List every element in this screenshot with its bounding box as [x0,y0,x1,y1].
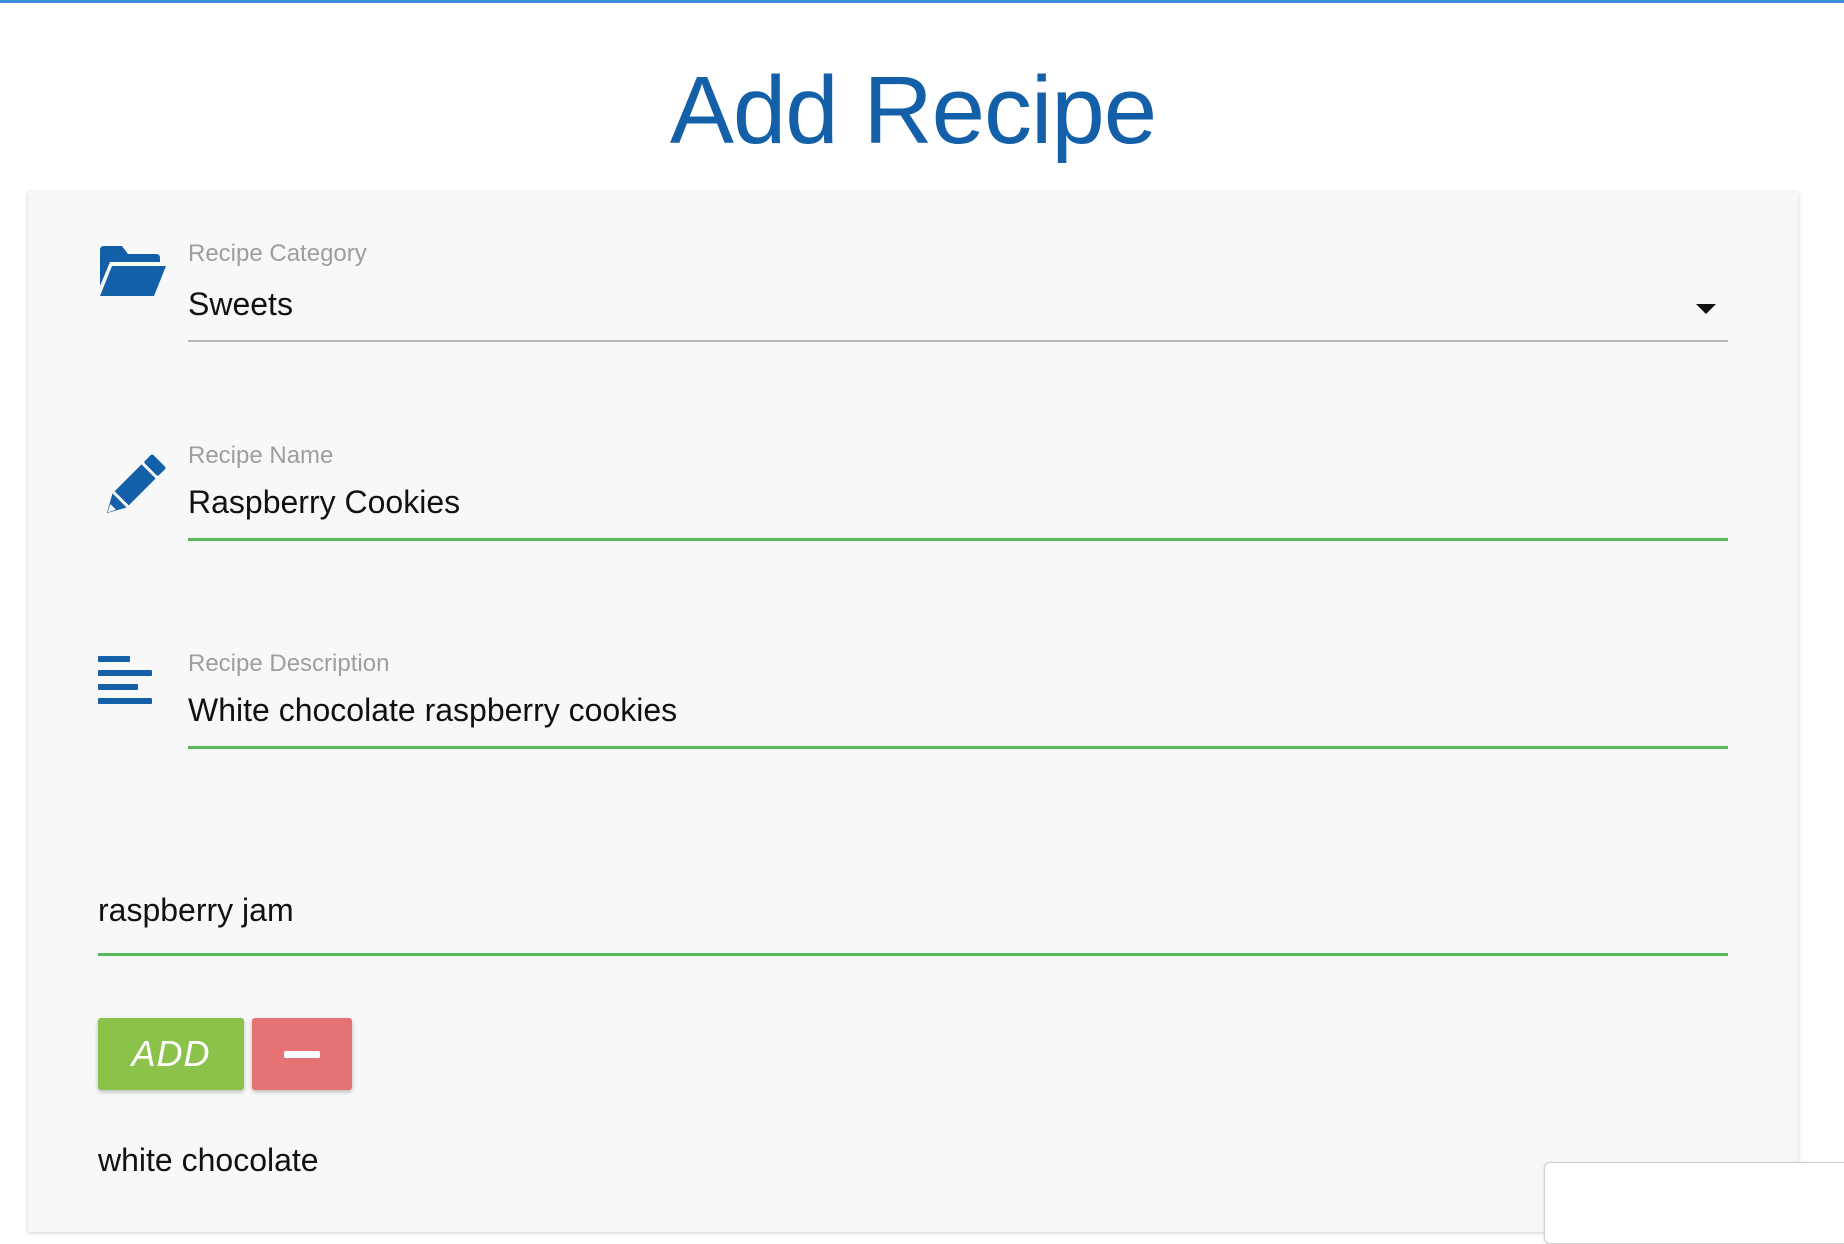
ingredient-input-field[interactable]: raspberry jam [98,892,1728,992]
minus-icon [284,1050,320,1058]
recipe-name-label: Recipe Name [188,442,334,469]
recipe-name-underline [188,538,1728,541]
corner-popup [1544,1162,1844,1244]
recipe-name-input[interactable]: Raspberry Cookies [188,484,460,521]
ingredient-input[interactable]: raspberry jam [98,892,294,929]
page-title: Add Recipe [669,57,1157,164]
recipe-description-input[interactable]: White chocolate raspberry cookies [188,692,677,729]
recipe-description-label: Recipe Description [188,650,390,677]
top-accent-bar [0,0,1844,3]
folder-open-icon [98,242,168,312]
remove-ingredient-button[interactable] [252,1018,352,1090]
ingredient-input-underline [98,953,1728,956]
recipe-name-field[interactable]: Recipe Name Raspberry Cookies [188,442,1728,552]
pencil-icon [98,452,168,522]
ingredient-list-item: white chocolate [98,1142,319,1178]
recipe-form-card: Recipe Category Sweets Recipe Name Raspb… [28,192,1798,1232]
recipe-category-value: Sweets [188,286,293,322]
chevron-down-icon[interactable] [1696,304,1716,314]
align-left-icon [98,652,168,722]
add-ingredient-button[interactable]: ADD [98,1018,244,1090]
recipe-category-underline [188,340,1728,342]
recipe-description-underline [188,746,1728,749]
recipe-category-select[interactable]: Recipe Category Sweets [188,232,1728,342]
recipe-category-label: Recipe Category [188,240,367,267]
recipe-description-field[interactable]: Recipe Description White chocolate raspb… [188,650,1728,760]
